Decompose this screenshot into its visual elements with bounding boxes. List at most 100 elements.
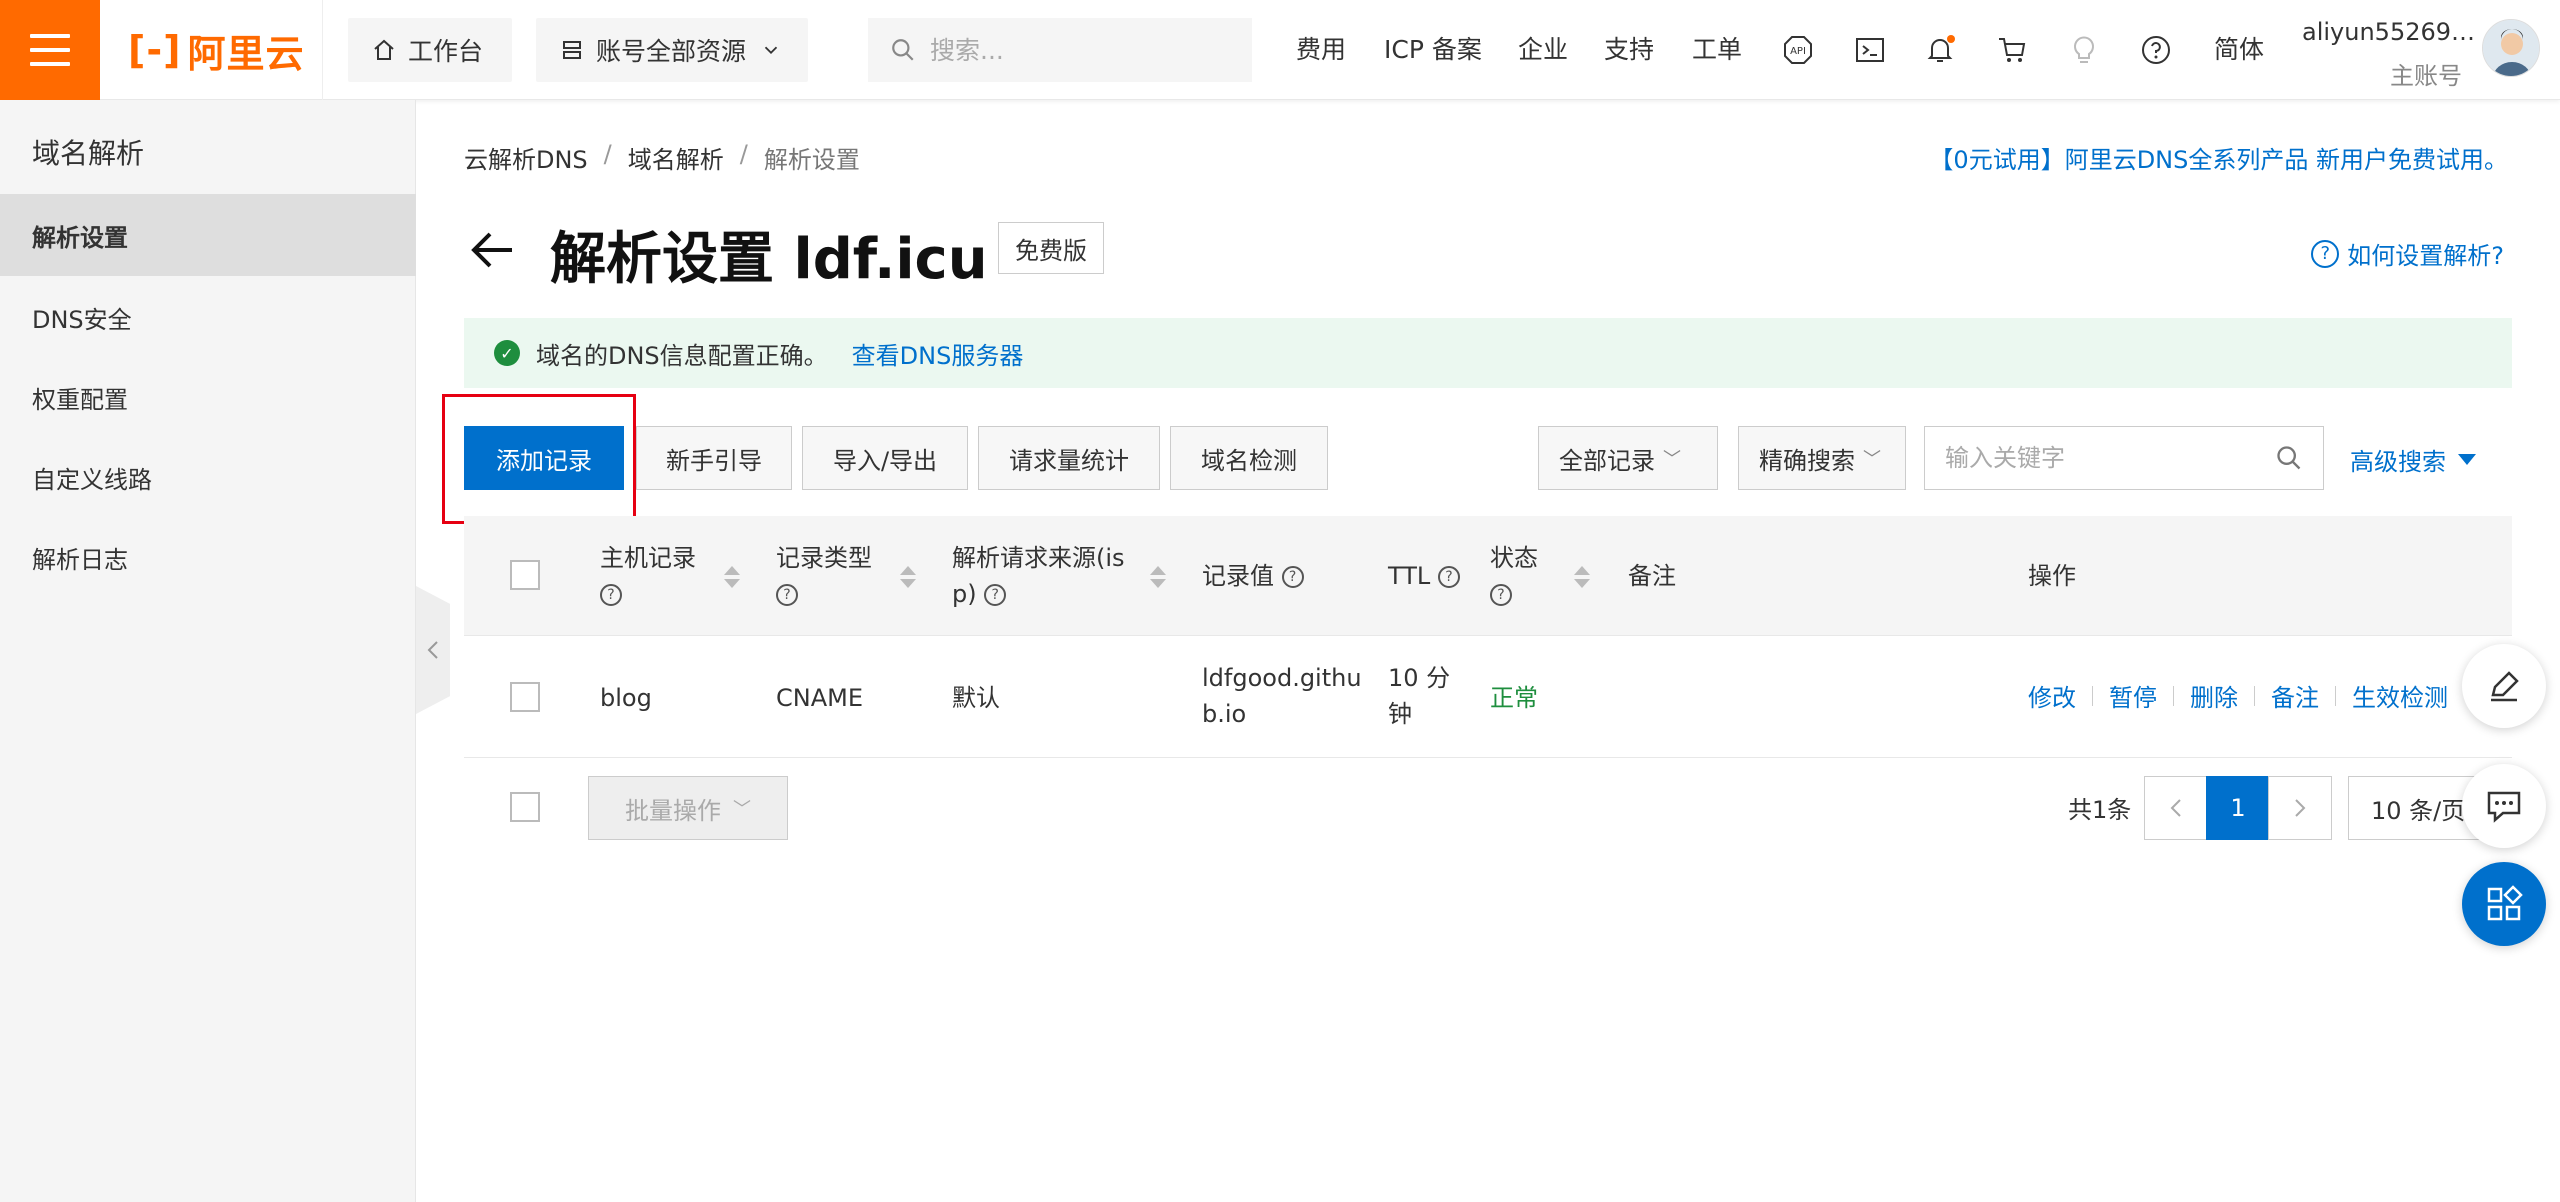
terminal-icon[interactable] — [1850, 30, 1890, 70]
cell-isp: 默认 — [952, 684, 1000, 712]
api-icon[interactable]: API — [1778, 30, 1818, 70]
next-page-button[interactable] — [2268, 776, 2332, 840]
question-icon[interactable]: ? — [1281, 566, 1304, 588]
import-export-button[interactable]: 导入/导出 — [802, 426, 968, 490]
nav-enterprise[interactable]: 企业 — [1518, 30, 1568, 66]
page-title: 解析设置 ldf.icu — [550, 227, 988, 292]
sidebar: 域名解析 解析设置 DNS安全 权重配置 自定义线路 解析日志 — [0, 100, 416, 1202]
sort-icon[interactable] — [1150, 566, 1166, 588]
bulb-icon[interactable] — [2064, 30, 2104, 70]
keyword-input[interactable] — [1945, 444, 2245, 472]
bell-icon[interactable] — [1920, 30, 1960, 70]
chat-icon[interactable] — [2462, 764, 2546, 848]
search-icon — [892, 39, 914, 61]
col-host-label: 主机记录 — [600, 544, 696, 572]
sidebar-item-weight[interactable]: 权重配置 — [0, 356, 416, 438]
resources-dropdown[interactable]: 账号全部资源 — [536, 18, 808, 82]
breadcrumb-domain[interactable]: 域名解析 — [628, 140, 724, 175]
delete-link[interactable]: 删除 — [2190, 678, 2238, 713]
batch-actions-dropdown[interactable]: 批量操作 ﹀ — [588, 776, 788, 840]
global-search-input[interactable] — [930, 35, 1230, 65]
add-record-button[interactable]: 添加记录 — [464, 426, 624, 490]
breadcrumb-dns[interactable]: 云解析DNS — [464, 140, 588, 175]
chevron-down-icon — [764, 46, 778, 55]
col-isp-label: 解析请求来源(is — [952, 544, 1125, 572]
sidebar-item-custom-line[interactable]: 自定义线路 — [0, 436, 416, 518]
sidebar-collapse-handle[interactable] — [416, 586, 450, 714]
resources-label: 账号全部资源 — [596, 37, 747, 66]
caret-down-icon — [2458, 454, 2476, 465]
domain-check-button[interactable]: 域名检测 — [1170, 426, 1328, 490]
effect-check-link[interactable]: 生效检测 — [2352, 678, 2448, 713]
cell-ttl-line: 钟 — [1388, 700, 1412, 728]
record-filter-select[interactable]: 全部记录 ﹀ — [1538, 426, 1718, 490]
pause-link[interactable]: 暂停 — [2109, 678, 2157, 713]
record-filter-value: 全部记录 — [1559, 446, 1655, 475]
home-icon — [374, 39, 394, 60]
row-checkbox[interactable] — [510, 682, 540, 712]
view-dns-servers-link[interactable]: 查看DNS服务器 — [852, 336, 1024, 371]
dns-status-alert: ✓ 域名的DNS信息配置正确。 查看DNS服务器 — [464, 318, 2512, 388]
apps-icon[interactable] — [2462, 862, 2546, 946]
sort-icon[interactable] — [900, 566, 916, 588]
prev-page-button[interactable] — [2144, 776, 2208, 840]
workbench-button[interactable]: 工作台 — [348, 18, 512, 82]
logo-text: 阿里云 — [187, 31, 305, 76]
batch-label: 批量操作 — [625, 796, 721, 825]
sidebar-item-resolve-settings[interactable]: 解析设置 — [0, 194, 416, 276]
select-all-checkbox[interactable] — [510, 560, 540, 590]
cell-status: 正常 — [1490, 684, 1538, 712]
nav-icp[interactable]: ICP 备案 — [1384, 30, 1482, 66]
sidebar-item-log[interactable]: 解析日志 — [0, 516, 416, 598]
promo-link[interactable]: 【0元试用】阿里云DNS全系列产品 新用户免费试用。 — [1929, 140, 2508, 175]
advanced-search-toggle[interactable]: 高级搜索 — [2350, 442, 2476, 477]
avatar[interactable] — [2482, 19, 2540, 77]
svg-text:API: API — [1790, 46, 1806, 57]
chevron-left-icon — [2170, 799, 2181, 817]
remark-link[interactable]: 备注 — [2271, 678, 2319, 713]
nav-support[interactable]: 支持 — [1604, 30, 1654, 66]
chevron-down-icon: ﹀ — [733, 799, 751, 820]
language-switch[interactable]: 简体 — [2214, 30, 2264, 66]
menu-icon[interactable] — [0, 0, 100, 100]
aliyun-logo[interactable]: [-] 阿里云 — [128, 28, 305, 76]
advanced-search-label: 高级搜索 — [2350, 448, 2446, 476]
question-icon[interactable]: ? — [1437, 566, 1460, 588]
question-icon[interactable]: ? — [1490, 584, 1512, 606]
nav-ticket[interactable]: 工单 — [1692, 30, 1742, 66]
sort-icon[interactable] — [1574, 566, 1590, 588]
alert-text: 域名的DNS信息配置正确。 — [536, 341, 828, 370]
user-name[interactable]: aliyun55269… — [2302, 18, 2475, 46]
divider — [322, 0, 323, 100]
sort-icon[interactable] — [724, 566, 740, 588]
question-icon[interactable]: ? — [776, 584, 798, 606]
feedback-edit-icon[interactable] — [2462, 644, 2546, 728]
col-ops: 操作 — [2028, 562, 2076, 590]
batch-select-checkbox[interactable] — [510, 792, 540, 822]
cell-value-line: ldfgood.githu — [1202, 664, 1362, 692]
how-to-help-link[interactable]: ? 如何设置解析? — [2311, 236, 2504, 271]
stack-icon — [563, 41, 581, 59]
chevron-right-icon — [2295, 799, 2306, 817]
question-icon[interactable]: ? — [600, 584, 622, 606]
check-circle-icon: ✓ — [494, 340, 520, 366]
back-arrow-icon[interactable] — [466, 224, 518, 276]
search-mode-select[interactable]: 精确搜索 ﹀ — [1738, 426, 1906, 490]
sidebar-item-dns-security[interactable]: DNS安全 — [0, 276, 416, 358]
page-number-button[interactable]: 1 — [2206, 776, 2270, 840]
edit-link[interactable]: 修改 — [2028, 678, 2076, 713]
breadcrumb-current: 解析设置 — [763, 146, 860, 174]
search-icon[interactable] — [2275, 444, 2303, 472]
request-stats-button[interactable]: 请求量统计 — [978, 426, 1160, 490]
cart-icon[interactable] — [1992, 30, 2032, 70]
guide-button[interactable]: 新手引导 — [636, 426, 792, 490]
global-search[interactable] — [868, 18, 1252, 82]
question-icon[interactable]: ? — [984, 584, 1007, 606]
help-icon[interactable] — [2136, 30, 2176, 70]
question-icon: ? — [2311, 239, 2340, 268]
nav-fee[interactable]: 费用 — [1296, 30, 1346, 66]
user-role: 主账号 — [2390, 62, 2462, 90]
cell-value-line: b.io — [1202, 700, 1247, 728]
keyword-search[interactable] — [1924, 426, 2324, 490]
cell-ttl: 10 分 钟 — [1388, 660, 1450, 732]
